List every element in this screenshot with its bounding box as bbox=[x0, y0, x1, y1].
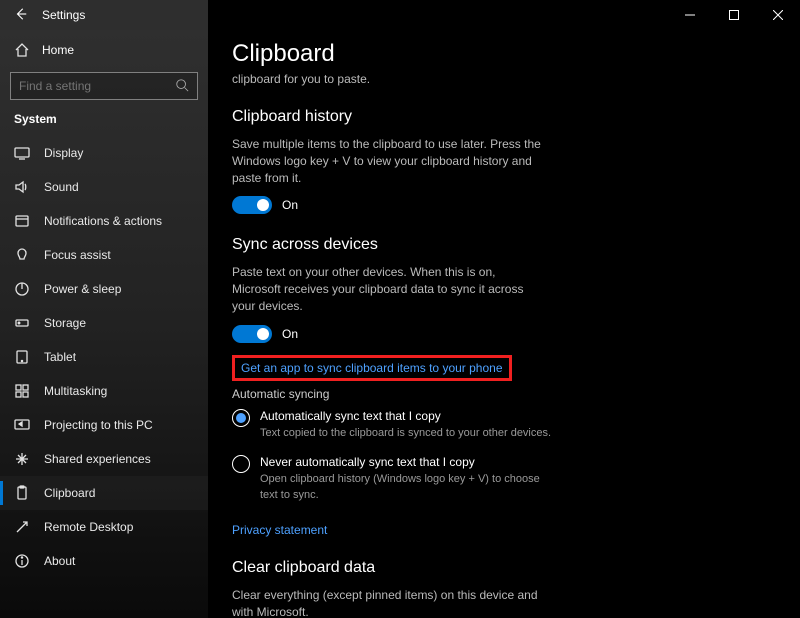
sidebar-item-label: Storage bbox=[44, 316, 86, 330]
notifications-icon bbox=[14, 213, 30, 229]
radio-title: Never automatically sync text that I cop… bbox=[260, 455, 552, 469]
about-icon bbox=[14, 553, 30, 569]
sidebar-item-label: Projecting to this PC bbox=[44, 418, 153, 432]
sync-toggle-label: On bbox=[282, 327, 298, 341]
sidebar-item-power-sleep[interactable]: Power & sleep bbox=[0, 272, 208, 306]
sidebar-item-label: Remote Desktop bbox=[44, 520, 133, 534]
clear-desc: Clear everything (except pinned items) o… bbox=[232, 587, 542, 618]
highlighted-link-box: Get an app to sync clipboard items to yo… bbox=[232, 355, 512, 381]
page-title: Clipboard bbox=[232, 40, 776, 68]
search-input[interactable] bbox=[19, 79, 175, 93]
sidebar-item-label: Shared experiences bbox=[44, 452, 151, 466]
sidebar-item-label: Power & sleep bbox=[44, 282, 121, 296]
display-icon bbox=[14, 145, 30, 161]
sidebar-item-about[interactable]: About bbox=[0, 544, 208, 578]
sidebar: Home System Display Sound bbox=[0, 30, 208, 618]
privacy-link[interactable]: Privacy statement bbox=[232, 523, 327, 537]
close-button[interactable] bbox=[756, 0, 800, 30]
storage-icon bbox=[14, 315, 30, 331]
radio-desc: Text copied to the clipboard is synced t… bbox=[260, 426, 551, 441]
sidebar-item-label: Multitasking bbox=[44, 384, 107, 398]
sidebar-item-multitasking[interactable]: Multitasking bbox=[0, 374, 208, 408]
home-icon bbox=[14, 42, 30, 58]
sidebar-item-label: Focus assist bbox=[44, 248, 111, 262]
app-title: Settings bbox=[42, 8, 85, 22]
maximize-button[interactable] bbox=[712, 0, 756, 30]
sidebar-item-shared-experiences[interactable]: Shared experiences bbox=[0, 442, 208, 476]
focus-assist-icon bbox=[14, 247, 30, 263]
page-subtitle: clipboard for you to paste. bbox=[232, 72, 776, 86]
sidebar-item-label: Clipboard bbox=[44, 486, 95, 500]
sidebar-item-remote-desktop[interactable]: Remote Desktop bbox=[0, 510, 208, 544]
radio-option-never[interactable]: Never automatically sync text that I cop… bbox=[232, 455, 552, 503]
tablet-icon bbox=[14, 349, 30, 365]
search-box[interactable] bbox=[10, 72, 198, 100]
sync-title: Sync across devices bbox=[232, 236, 776, 254]
search-icon bbox=[175, 78, 189, 95]
sidebar-item-display[interactable]: Display bbox=[0, 136, 208, 170]
minimize-button[interactable] bbox=[668, 0, 712, 30]
radio-option-auto[interactable]: Automatically sync text that I copy Text… bbox=[232, 409, 552, 441]
projecting-icon bbox=[14, 417, 30, 433]
radio-icon[interactable] bbox=[232, 455, 250, 473]
auto-sync-label: Automatic syncing bbox=[232, 387, 776, 401]
radio-title: Automatically sync text that I copy bbox=[260, 409, 551, 423]
sidebar-home[interactable]: Home bbox=[0, 34, 208, 66]
radio-desc: Open clipboard history (Windows logo key… bbox=[260, 472, 552, 503]
nav-group-label: System bbox=[0, 108, 208, 136]
radio-icon[interactable] bbox=[232, 409, 250, 427]
sidebar-item-label: Tablet bbox=[44, 350, 76, 364]
sidebar-item-projecting[interactable]: Projecting to this PC bbox=[0, 408, 208, 442]
sound-icon bbox=[14, 179, 30, 195]
clipboard-icon bbox=[14, 485, 30, 501]
content-area: Clipboard clipboard for you to paste. Cl… bbox=[208, 30, 800, 618]
history-toggle-label: On bbox=[282, 198, 298, 212]
sidebar-item-tablet[interactable]: Tablet bbox=[0, 340, 208, 374]
history-toggle[interactable] bbox=[232, 196, 272, 214]
sidebar-item-label: Sound bbox=[44, 180, 79, 194]
sidebar-item-storage[interactable]: Storage bbox=[0, 306, 208, 340]
sidebar-item-label: Display bbox=[44, 146, 83, 160]
history-title: Clipboard history bbox=[232, 108, 776, 126]
clear-title: Clear clipboard data bbox=[232, 559, 776, 577]
sidebar-item-sound[interactable]: Sound bbox=[0, 170, 208, 204]
power-icon bbox=[14, 281, 30, 297]
sidebar-item-focus-assist[interactable]: Focus assist bbox=[0, 238, 208, 272]
sidebar-item-clipboard[interactable]: Clipboard bbox=[0, 476, 208, 510]
titlebar: Settings bbox=[0, 0, 800, 30]
remote-desktop-icon bbox=[14, 519, 30, 535]
sidebar-item-notifications[interactable]: Notifications & actions bbox=[0, 204, 208, 238]
shared-icon bbox=[14, 451, 30, 467]
multitasking-icon bbox=[14, 383, 30, 399]
sync-toggle[interactable] bbox=[232, 325, 272, 343]
back-icon[interactable] bbox=[14, 7, 28, 24]
home-label: Home bbox=[42, 43, 74, 57]
history-desc: Save multiple items to the clipboard to … bbox=[232, 136, 542, 186]
sidebar-item-label: Notifications & actions bbox=[44, 214, 162, 228]
get-app-link[interactable]: Get an app to sync clipboard items to yo… bbox=[241, 361, 503, 375]
sync-desc: Paste text on your other devices. When t… bbox=[232, 264, 542, 314]
sidebar-item-label: About bbox=[44, 554, 75, 568]
